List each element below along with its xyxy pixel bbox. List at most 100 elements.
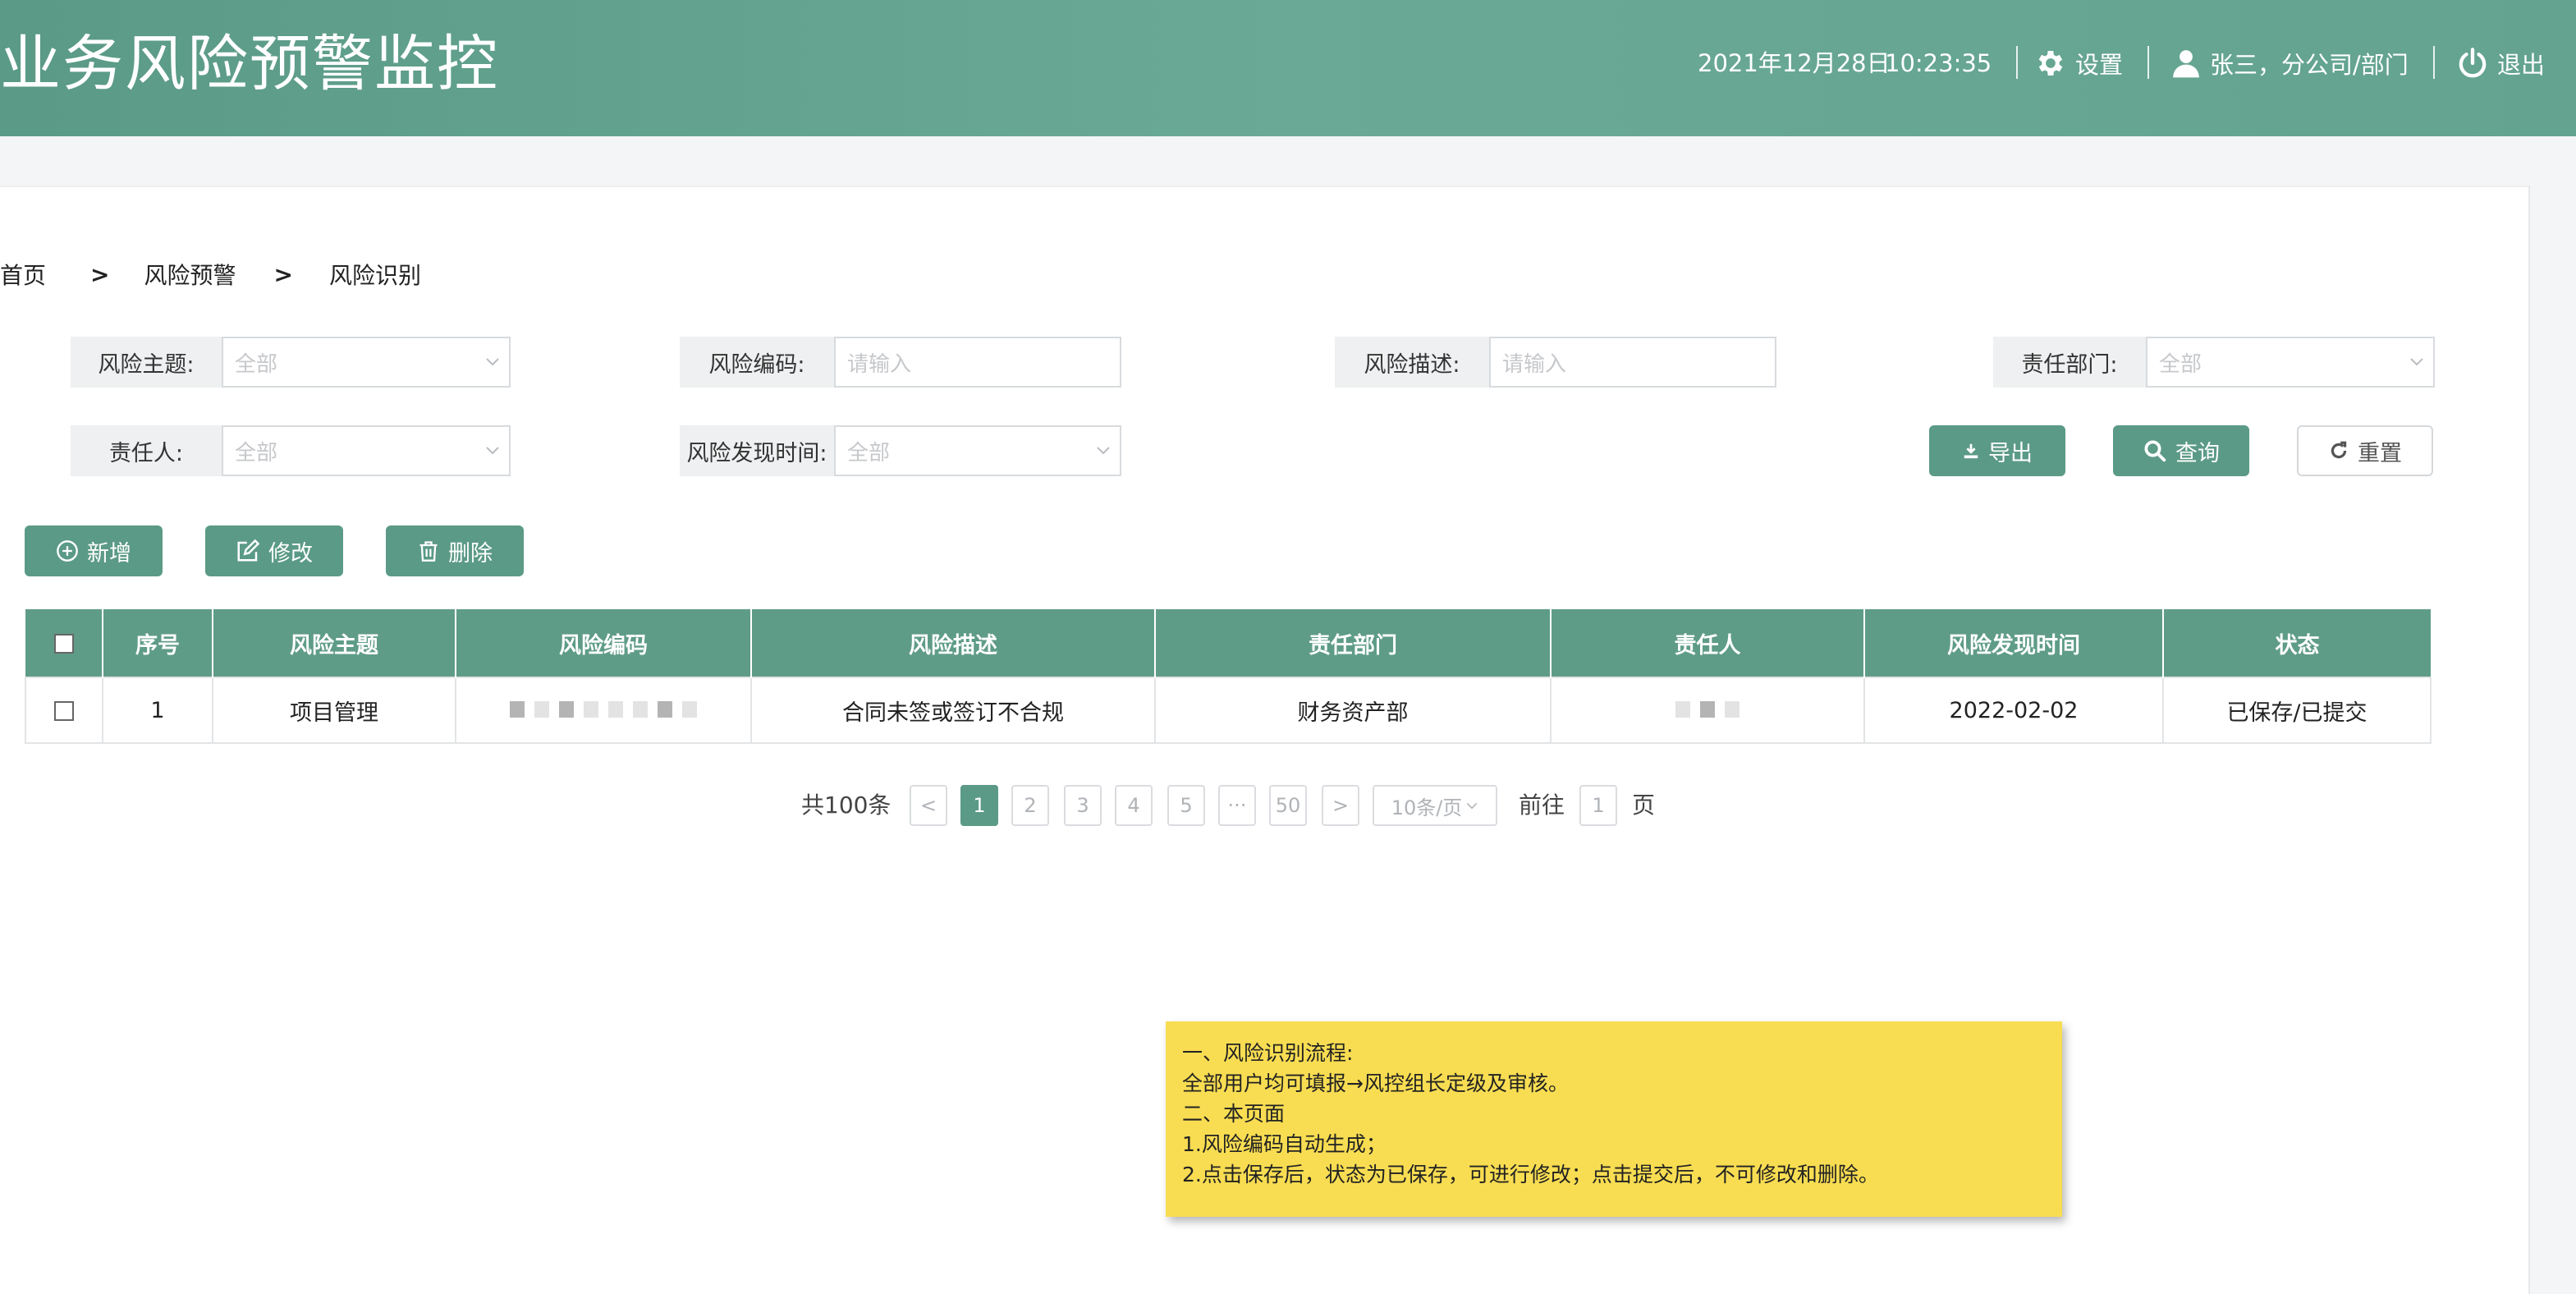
chevron-down-icon xyxy=(486,358,499,366)
row-checkbox[interactable] xyxy=(54,701,74,721)
search-icon xyxy=(2144,440,2166,462)
add-label: 新增 xyxy=(87,540,131,567)
dept-value: 全部 xyxy=(2159,351,2202,377)
user-icon xyxy=(2173,50,2199,78)
top-header: 业务风险预警监控 2021年12月28日 10:23:35 设置 张三，分公司/… xyxy=(0,0,2576,136)
dept-label: 责任部门: xyxy=(1993,337,2146,388)
goto-label: 前往 xyxy=(1519,792,1565,819)
redacted-code xyxy=(510,700,697,718)
power-icon xyxy=(2459,48,2487,78)
select-all-checkbox[interactable] xyxy=(53,634,74,654)
next-page-button[interactable]: > xyxy=(1322,785,1359,826)
gear-icon xyxy=(2038,51,2063,76)
page-button[interactable]: 50 xyxy=(1269,785,1307,826)
download-icon xyxy=(1964,443,1978,459)
page-size-value: 10条/页 xyxy=(1391,796,1463,819)
note-line: 一、风险识别流程: xyxy=(1182,1041,1354,1065)
risk-subject-value: 全部 xyxy=(235,351,278,377)
cell-status: 已保存/已提交 xyxy=(2162,677,2432,744)
page-ellipsis[interactable]: ··· xyxy=(1218,785,1256,826)
note-line: 全部用户均可填报→风控组长定级及审核。 xyxy=(1182,1071,1569,1095)
delete-label: 删除 xyxy=(448,540,493,567)
breadcrumb-separator: > xyxy=(90,260,110,288)
query-label: 查询 xyxy=(2175,440,2220,466)
cell-code xyxy=(455,677,752,744)
risk-table: 序号 风险主题 风险编码 风险描述 责任部门 责任人 风险发现时间 状态 1 项… xyxy=(25,609,2432,744)
table-row[interactable]: 1 项目管理 合同未签或签订不合规 财务资产部 2022-02-02 已保存/已… xyxy=(25,677,2432,744)
page-button[interactable]: 3 xyxy=(1064,785,1102,826)
page-unit-label: 页 xyxy=(1632,792,1656,819)
pagination-total: 共100条 xyxy=(801,792,892,819)
breadcrumb-risk-warning[interactable]: 风险预警 xyxy=(144,258,236,291)
annotation-note: 一、风险识别流程: 全部用户均可填报→风控组长定级及审核。 二、本页面 1.风险… xyxy=(1166,1021,2062,1217)
risk-desc-label: 风险描述: xyxy=(1335,337,1489,388)
edit-label: 修改 xyxy=(268,540,313,567)
column-header: 责任部门 xyxy=(1154,609,1551,677)
page-button[interactable]: 4 xyxy=(1115,785,1153,826)
redacted-owner xyxy=(1675,700,1739,718)
column-header: 序号 xyxy=(102,609,213,677)
settings-label: 设置 xyxy=(2075,51,2124,79)
cell-dept: 财务资产部 xyxy=(1154,677,1552,744)
chevron-down-icon xyxy=(1467,803,1478,810)
found-time-select[interactable]: 全部 xyxy=(834,425,1121,476)
risk-code-label: 风险编码: xyxy=(680,337,834,388)
export-label: 导出 xyxy=(1988,440,2033,466)
owner-value: 全部 xyxy=(235,440,278,466)
header-divider xyxy=(2016,46,2018,79)
user-menu[interactable]: 张三，分公司/部门 xyxy=(2170,43,2409,84)
cell-index: 1 xyxy=(102,677,213,744)
note-line: 1.风险编码自动生成； xyxy=(1182,1132,1387,1156)
add-button[interactable]: 新增 xyxy=(25,525,163,576)
breadcrumb-home[interactable]: 首页 xyxy=(0,258,46,291)
chevron-down-icon xyxy=(486,447,499,455)
refresh-icon xyxy=(2331,441,2347,459)
risk-code-input[interactable]: 请输入 xyxy=(834,337,1121,388)
trash-icon xyxy=(419,541,438,562)
goto-page-input[interactable]: 1 xyxy=(1579,785,1617,826)
chevron-down-icon xyxy=(2410,358,2423,366)
breadcrumb: 首页 > 风险预警 > 风险识别 xyxy=(0,256,421,292)
risk-desc-input[interactable]: 请输入 xyxy=(1489,337,1776,388)
column-header: 风险描述 xyxy=(750,609,1155,677)
cell-subject: 项目管理 xyxy=(212,677,456,744)
column-header: 责任人 xyxy=(1550,609,1864,677)
edit-button[interactable]: 修改 xyxy=(205,525,343,576)
breadcrumb-risk-identify: 风险识别 xyxy=(328,262,421,289)
column-header: 风险编码 xyxy=(455,609,751,677)
export-button[interactable]: 导出 xyxy=(1929,425,2065,476)
header-divider xyxy=(2433,46,2435,79)
header-date: 2021年12月28日 xyxy=(1698,49,1891,77)
note-line: 二、本页面 xyxy=(1182,1102,1286,1126)
chevron-down-icon xyxy=(1097,447,1110,455)
risk-code-placeholder: 请输入 xyxy=(847,351,912,377)
table-header-row: 序号 风险主题 风险编码 风险描述 责任部门 责任人 风险发现时间 状态 xyxy=(25,609,2431,677)
found-time-label: 风险发现时间: xyxy=(680,425,834,476)
column-header: 状态 xyxy=(2162,609,2431,677)
logout-button[interactable]: 退出 xyxy=(2456,43,2545,84)
page-button[interactable]: 5 xyxy=(1167,785,1205,826)
found-time-value: 全部 xyxy=(847,440,891,466)
breadcrumb-separator: > xyxy=(273,260,293,288)
user-label: 张三，分公司/部门 xyxy=(2210,51,2409,79)
note-line: 2.点击保存后，状态为已保存，可进行修改；点击提交后，不可修改和删除。 xyxy=(1182,1163,1879,1186)
plus-circle-icon xyxy=(57,540,78,562)
owner-select[interactable]: 全部 xyxy=(222,425,511,476)
cell-found-date: 2022-02-02 xyxy=(1863,677,2164,744)
column-header: 风险主题 xyxy=(212,609,456,677)
delete-button[interactable]: 删除 xyxy=(386,525,524,576)
page-size-select[interactable]: 10条/页 xyxy=(1373,785,1497,826)
edit-icon xyxy=(237,539,260,562)
reset-label: 重置 xyxy=(2358,440,2402,466)
prev-page-button[interactable]: < xyxy=(910,785,947,826)
query-button[interactable]: 查询 xyxy=(2113,425,2249,476)
logout-label: 退出 xyxy=(2497,51,2546,79)
reset-button[interactable]: 重置 xyxy=(2297,425,2433,476)
settings-button[interactable]: 设置 xyxy=(2034,43,2123,84)
page-button[interactable]: 1 xyxy=(960,785,998,826)
dept-select[interactable]: 全部 xyxy=(2146,337,2435,388)
header-time: 10:23:35 xyxy=(1885,49,1992,77)
cell-owner xyxy=(1550,677,1865,744)
risk-subject-select[interactable]: 全部 xyxy=(222,337,511,388)
page-button[interactable]: 2 xyxy=(1011,785,1049,826)
